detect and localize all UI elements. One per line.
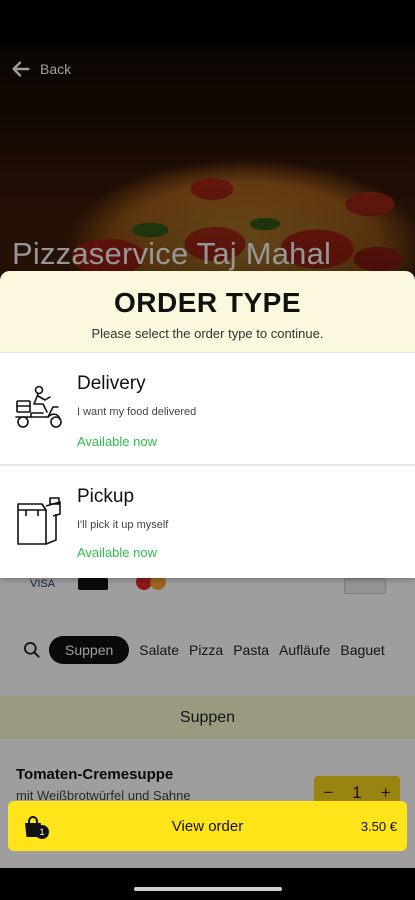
- pickup-status: Available now: [77, 545, 157, 560]
- arrow-left-icon: [12, 61, 30, 77]
- delivery-description: I want my food delivered: [77, 406, 197, 418]
- view-order-label: View order: [171, 817, 244, 835]
- delivery-scooter-icon: [15, 385, 62, 428]
- search-icon[interactable]: [22, 640, 42, 660]
- section-header: Suppen: [0, 696, 415, 739]
- category-tab-pizza[interactable]: Pizza: [189, 642, 223, 658]
- system-nav-bar: [0, 868, 415, 900]
- category-tab-baguet[interactable]: Baguet: [340, 642, 384, 658]
- category-tab-salate[interactable]: Salate: [139, 642, 179, 658]
- minus-icon[interactable]: −: [323, 783, 333, 803]
- pickup-bag-icon: [17, 497, 61, 545]
- delivery-title: Delivery: [77, 373, 146, 394]
- delivery-status: Available now: [77, 434, 157, 449]
- modal-title: ORDER TYPE: [113, 287, 302, 318]
- restaurant-name: Pizzaservice Taj Mahal: [12, 236, 332, 271]
- modal-subtitle: Please select the order type to continue…: [91, 326, 324, 341]
- card-icon: [78, 578, 108, 590]
- home-indicator[interactable]: [134, 887, 282, 891]
- payment-badge-icon: [344, 578, 386, 594]
- category-tab-active[interactable]: Suppen: [49, 636, 130, 664]
- pickup-description: I'll pick it up myself: [77, 519, 169, 531]
- plus-icon[interactable]: +: [381, 783, 391, 803]
- pickup-option[interactable]: Pickup I'll pick it up myself Available …: [0, 464, 415, 576]
- delivery-option[interactable]: Delivery I want my food delivered Availa…: [0, 352, 415, 464]
- order-type-modal: ORDER TYPE Please select the order type …: [0, 271, 415, 578]
- category-tab-auflaeufe[interactable]: Aufläufe: [279, 642, 330, 658]
- category-bar: Suppen Salate Pizza Pasta Aufläufe Bague…: [0, 630, 415, 670]
- back-label: Back: [40, 61, 72, 77]
- status-bar: [0, 0, 415, 44]
- order-total-price: 3.50 €: [360, 818, 397, 834]
- visa-icon: VISA: [30, 578, 56, 590]
- menu-item-name[interactable]: Tomaten-Cremesuppe: [16, 766, 173, 783]
- pickup-title: Pickup: [77, 486, 135, 507]
- view-order-button[interactable]: 1 View order 3.50 €: [8, 801, 407, 851]
- payment-methods-row: VISA: [0, 574, 415, 596]
- category-tab-pasta[interactable]: Pasta: [233, 642, 269, 658]
- quantity-value: 1: [352, 783, 362, 802]
- back-button[interactable]: Back: [10, 58, 71, 80]
- modal-header: ORDER TYPE Please select the order type …: [0, 271, 415, 352]
